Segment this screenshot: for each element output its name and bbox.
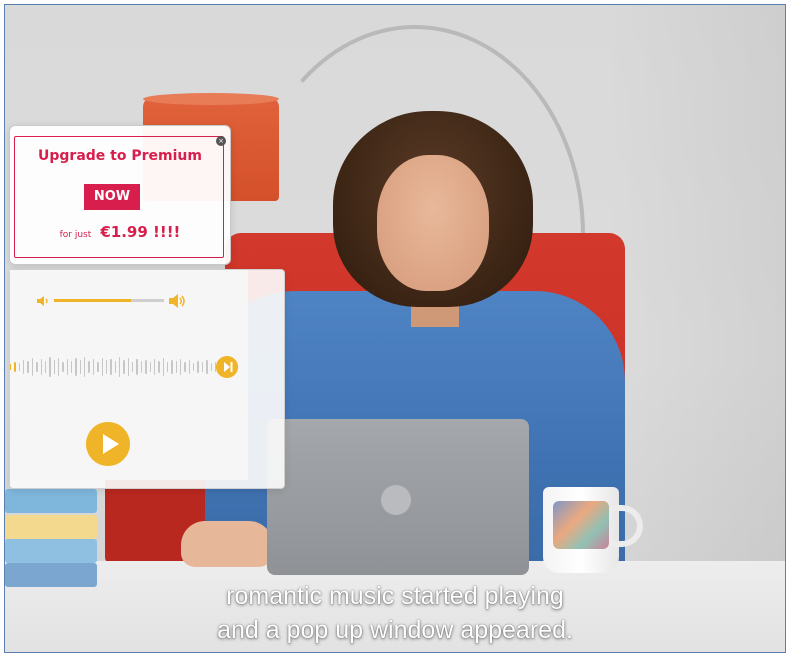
premium-upgrade-popup[interactable]: × Upgrade to Premium NOW for just €1.99 … xyxy=(9,125,231,265)
waveform-bar xyxy=(140,361,143,373)
book xyxy=(5,489,97,513)
video-frame: × Upgrade to Premium NOW for just €1.99 … xyxy=(4,4,786,653)
waveform-bar xyxy=(193,363,195,371)
waveform-bar xyxy=(49,357,51,377)
premium-title: Upgrade to Premium xyxy=(38,148,202,164)
waveform-bar xyxy=(127,358,130,376)
waveform-bar xyxy=(210,363,212,371)
waveform-bar xyxy=(153,359,156,375)
person-face xyxy=(377,155,489,291)
waveform-bar xyxy=(18,363,21,371)
waveform-bar xyxy=(105,360,108,374)
player-panel xyxy=(10,270,248,480)
laptop-logo xyxy=(381,485,411,515)
waveform-bar xyxy=(118,357,121,377)
waveform-bar xyxy=(57,358,60,376)
volume-low-icon[interactable] xyxy=(36,294,50,308)
waveform-bar xyxy=(101,358,103,376)
waveform-bar xyxy=(23,360,25,374)
waveform-bar xyxy=(79,360,82,374)
waveform-bar xyxy=(31,358,34,376)
waveform-bar xyxy=(201,362,204,372)
volume-slider-fill xyxy=(54,299,131,302)
audio-waveform-scrubber[interactable] xyxy=(10,356,217,378)
person-hand xyxy=(181,521,273,567)
waveform-bar xyxy=(197,361,199,373)
waveform-bar xyxy=(123,360,125,374)
volume-high-icon[interactable] xyxy=(168,292,186,310)
book xyxy=(5,515,97,539)
waveform-bar xyxy=(132,362,134,372)
waveform-bar xyxy=(171,360,173,374)
waveform-bar xyxy=(206,360,208,374)
waveform-bar xyxy=(36,362,38,372)
mug-artwork xyxy=(553,501,609,549)
waveform-bar xyxy=(71,361,73,373)
waveform-bar xyxy=(162,358,164,376)
waveform-bar xyxy=(158,361,160,373)
book xyxy=(5,539,97,563)
price-prefix: for just xyxy=(59,230,92,240)
now-button[interactable]: NOW xyxy=(84,184,140,210)
waveform-bar xyxy=(97,362,99,372)
waveform-bar xyxy=(84,357,86,377)
waveform-bar xyxy=(188,360,191,374)
waveform-bar xyxy=(62,362,64,372)
lamp-shade-top xyxy=(143,93,279,105)
waveform-bar xyxy=(184,362,186,372)
volume-slider[interactable] xyxy=(54,299,164,302)
waveform-bar xyxy=(10,364,12,370)
waveform-bar xyxy=(27,361,29,373)
waveform-bar xyxy=(75,358,77,376)
waveform-bar xyxy=(40,359,42,375)
waveform-bar xyxy=(66,359,69,375)
subtitle-line: and a pop up window appeared. xyxy=(217,616,573,644)
waveform-bar xyxy=(44,361,47,373)
waveform-bar xyxy=(145,360,147,374)
waveform-bar xyxy=(180,359,182,375)
waveform-bar xyxy=(114,361,116,373)
waveform-bar xyxy=(53,360,55,374)
price-value: €1.99 !!!! xyxy=(100,223,181,241)
waveform-bar xyxy=(14,362,16,372)
video-subtitles: romantic music started playing and a pop… xyxy=(5,579,785,647)
waveform-bar xyxy=(92,359,95,375)
skip-forward-icon[interactable] xyxy=(216,356,238,378)
subtitle-line: romantic music started playing xyxy=(226,582,564,610)
waveform-bar xyxy=(88,361,90,373)
close-icon[interactable]: × xyxy=(216,136,226,146)
waveform-bar xyxy=(110,359,112,375)
play-icon[interactable] xyxy=(86,422,130,466)
audio-player-popup xyxy=(9,269,285,489)
price-line: for just €1.99 !!!! xyxy=(10,222,230,241)
waveform-bar xyxy=(136,359,138,375)
waveform-bar xyxy=(166,362,169,372)
waveform-bar xyxy=(175,361,178,373)
wall-shadow xyxy=(605,5,785,652)
waveform-bar xyxy=(149,362,151,372)
